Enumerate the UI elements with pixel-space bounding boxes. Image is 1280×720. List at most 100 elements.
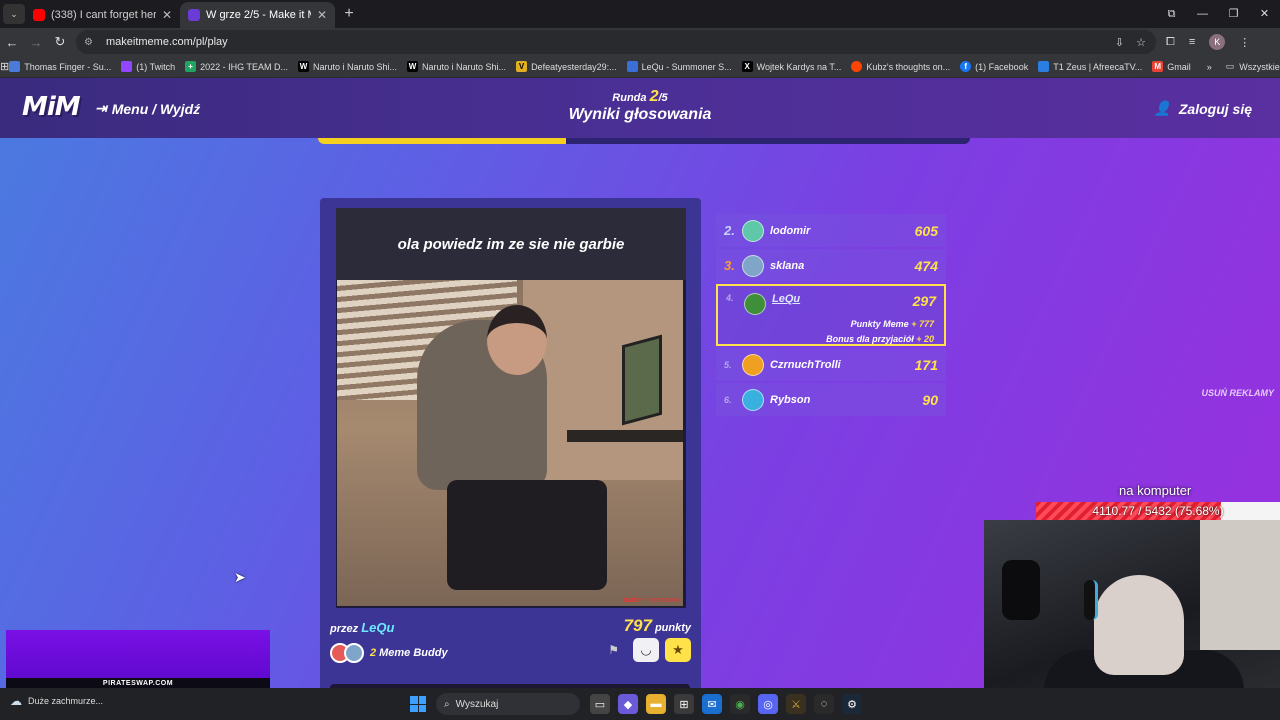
monitor [622, 334, 662, 426]
bookmark-item[interactable]: W Naruto i Naruto Shi... [297, 61, 397, 72]
afreeca-icon [1038, 61, 1050, 72]
player-name: CzrnuchTrolli [770, 358, 841, 371]
bookmark-item[interactable]: V Defeatyesterday29:... [516, 61, 617, 72]
streamer-head [1094, 575, 1184, 675]
reload-button[interactable]: ↻ [48, 34, 72, 50]
taskbar: ☁ Duże zachmurze... ⌕ Wyszukaj ▭ ◆ ▬ ⊞ ✉… [0, 688, 1280, 720]
bookmark-label: Defeatyesterday29:... [531, 61, 617, 72]
bookmark-star-icon[interactable]: ☆ [1136, 36, 1146, 49]
folder-label: Wszystkie zakładki [1239, 61, 1280, 72]
player-name: lodomir [770, 224, 811, 237]
bonus-label: Bonus dla przyjaciół [826, 334, 914, 344]
url-text: makeitmeme.com/pl/play [106, 36, 228, 48]
meme-card: ola powiedz im ze sie nie garbie makeitm… [320, 198, 701, 688]
avatar [742, 353, 764, 376]
close-icon[interactable]: ✕ [162, 8, 172, 22]
bookmark-item[interactable]: +2022 - IHG TEAM D... [185, 61, 288, 72]
media-controls-icon[interactable]: ≡ [1189, 36, 1195, 48]
maximize-button[interactable]: ❐ [1218, 0, 1249, 28]
reddit-icon [851, 61, 863, 72]
v-icon: V [516, 61, 528, 72]
url-field[interactable]: ⚙ makeitmeme.com/pl/play ⇩ ☆ [76, 30, 1156, 54]
donation-goal-text: 4110.77 / 5432 (75.68%) [1092, 504, 1224, 518]
task-view-icon[interactable]: ▭ [590, 694, 610, 714]
gmail-icon: M [1152, 61, 1164, 72]
more-bookmarks-icon[interactable]: » [1207, 62, 1212, 72]
address-toolbar: ← → ↻ ⚙ makeitmeme.com/pl/play ⇩ ☆ ⧠ ≡ K… [0, 28, 1280, 56]
store-icon[interactable]: ⊞ [674, 694, 694, 714]
new-tab-button[interactable]: + [339, 5, 359, 23]
taskbar-search[interactable]: ⌕ Wyszukaj [436, 693, 580, 715]
close-window-button[interactable]: ✕ [1249, 0, 1280, 28]
meme-watermark: makeitmeme.com [623, 597, 679, 604]
remove-ads-link[interactable]: USUŃ REKLAMY [1201, 388, 1274, 398]
login-button[interactable]: 👤 Zaloguj się [1153, 100, 1252, 117]
bookmark-item[interactable]: Kubz's thoughts on... [851, 61, 950, 72]
favorite-button[interactable]: ★ [665, 638, 691, 662]
vote-button[interactable]: ◡ [633, 638, 659, 662]
player-name: Rybson [770, 393, 811, 406]
by-prefix: przez [330, 623, 359, 635]
scoreboard-row: 2. lodomir 605 [716, 214, 946, 247]
window-menu-icon[interactable]: ⧉ [1156, 0, 1187, 28]
player-name[interactable]: LeQu [772, 293, 913, 305]
bookmark-item[interactable]: M Gmail [1152, 61, 1191, 72]
weather-widget[interactable]: ☁ Duże zachmurze... [10, 694, 103, 708]
score-breakdown: Punkty Meme + 777 Bonus dla przyjaciół +… [726, 317, 936, 347]
bookmark-item[interactable]: X Wojtek Kardys na T... [741, 61, 842, 72]
obs-icon[interactable]: ◌ [814, 694, 834, 714]
steam-icon[interactable]: ⚙ [842, 694, 862, 714]
bookmark-label: Wojtek Kardys na T... [756, 61, 842, 72]
meme-caption: ola powiedz im ze sie nie garbie [336, 208, 686, 280]
twitch-icon [121, 61, 133, 72]
copilot-icon[interactable]: ◆ [618, 694, 638, 714]
bookmark-item[interactable]: (1) Twitch [121, 61, 175, 72]
tab-make-it-meme[interactable]: W grze 2/5 - Make it Meme ✕ [180, 2, 335, 28]
person-legs [447, 480, 607, 590]
start-button[interactable] [410, 696, 426, 712]
round-current: 2 [649, 88, 659, 105]
avatar [742, 388, 764, 411]
install-app-icon[interactable]: ⇩ [1115, 36, 1124, 49]
league-icon[interactable]: ⚔ [786, 694, 806, 714]
bookmark-item[interactable]: T1 Zeus | AfreecaTV... [1038, 61, 1142, 72]
avatar [744, 293, 766, 315]
meme-image: ola powiedz im ze sie nie garbie makeitm… [336, 208, 686, 608]
close-icon[interactable]: ✕ [317, 8, 327, 22]
apps-grid-icon[interactable]: ⊞ [0, 60, 9, 73]
browser-menu-icon[interactable]: ⋮ [1239, 36, 1250, 49]
microphone [1002, 560, 1040, 620]
buddy-count: 2 [370, 647, 377, 659]
bookmark-item[interactable]: f (1) Facebook [960, 61, 1028, 72]
file-explorer-icon[interactable]: ▬ [646, 694, 666, 714]
search-placeholder: Wyszukaj [455, 698, 499, 710]
tab-search-button[interactable]: ⌄ [3, 4, 25, 24]
meme-points: 797 punkty [624, 616, 691, 636]
flag-icon[interactable]: ⚑ [608, 643, 619, 657]
start-tile [418, 704, 426, 712]
all-bookmarks-folder[interactable]: ▭ Wszystkie zakładki [1226, 61, 1280, 72]
meme-author: przez LeQu [330, 620, 394, 635]
avatar [742, 254, 764, 277]
round-timer-bar [318, 138, 970, 144]
profile-avatar[interactable]: K [1209, 34, 1226, 50]
youtube-icon [33, 9, 45, 21]
minimize-button[interactable]: — [1187, 0, 1218, 28]
outlook-icon[interactable]: ✉ [702, 694, 722, 714]
extensions-icon[interactable]: ⧠ [1166, 36, 1175, 49]
bookmark-item[interactable]: W Naruto i Naruto Shi... [407, 61, 506, 72]
site-info-icon[interactable]: ⚙ [84, 37, 98, 48]
chrome-icon[interactable]: ◉ [730, 694, 750, 714]
rank: 3. [724, 258, 735, 273]
tab-youtube[interactable]: (338) I cant forget her voice - Y ✕ [25, 2, 180, 28]
author-name[interactable]: LeQu [361, 620, 394, 635]
page-title: Wyniki głosowania [568, 106, 712, 123]
back-button[interactable]: ← [0, 35, 24, 50]
bookmark-item[interactable]: LeQu - Summoner S... [626, 61, 732, 72]
bookmark-item[interactable]: Thomas Finger - Su... [9, 61, 111, 72]
scoreboard-row-current-player: 4. LeQu 297 Punkty Meme + 777 Bonus dla … [716, 284, 946, 346]
forward-button[interactable]: → [24, 35, 48, 50]
scoreboard-row: 6. Rybson 90 [716, 383, 946, 416]
headset [1084, 580, 1098, 620]
discord-icon[interactable]: ◎ [758, 694, 778, 714]
